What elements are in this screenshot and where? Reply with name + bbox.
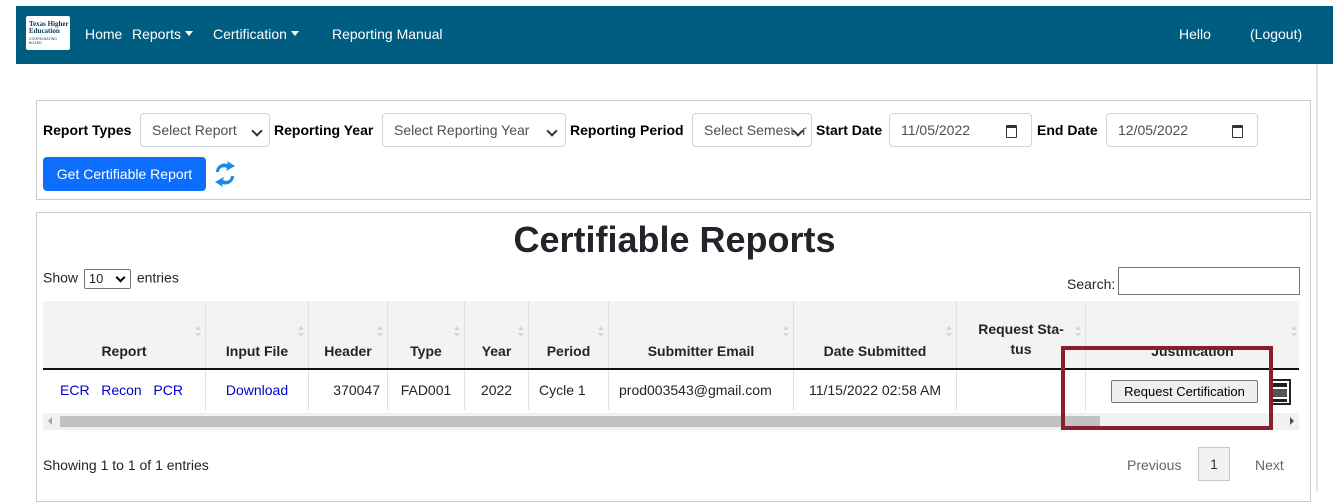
chevron-down-icon [115, 272, 126, 283]
sort-icon [1075, 326, 1081, 338]
table-row-period-cell: Cycle 1 [529, 370, 609, 410]
end-date-value: 12/05/2022 [1118, 122, 1189, 138]
caret-down-icon [185, 31, 194, 37]
sort-icon [518, 326, 524, 338]
search-input[interactable] [1118, 267, 1300, 295]
next-page-button[interactable]: Next [1255, 457, 1284, 473]
column-header-report[interactable]: Report [43, 301, 206, 369]
start-date-label: Start Date [816, 122, 883, 138]
sort-icon [377, 326, 383, 338]
table-row-report-cell: ECR Recon PCR [43, 370, 206, 410]
nav-reports-dropdown[interactable]: Reports [132, 26, 194, 42]
reporting-period-select[interactable]: Select Semester [692, 113, 812, 147]
entries-value: 10 [88, 271, 104, 286]
column-header-period[interactable]: Period [529, 301, 609, 369]
scroll-right-icon[interactable] [1290, 417, 1294, 425]
page-1-button[interactable]: 1 [1198, 447, 1230, 481]
scroll-left-icon[interactable] [48, 417, 52, 425]
page-edge [1316, 64, 1318, 492]
column-header-submitter-email[interactable]: Submitter Email [609, 301, 794, 369]
sort-icon [195, 326, 201, 338]
reporting-year-select[interactable]: Select Reporting Year [382, 113, 566, 147]
column-header-header[interactable]: Header [309, 301, 388, 369]
table-row-header-cell: 370047 [309, 370, 388, 410]
download-link[interactable]: Download [226, 382, 288, 398]
nav-home[interactable]: Home [85, 26, 122, 42]
chevron-down-icon [546, 125, 558, 137]
table-row-year-cell: 2022 [465, 370, 529, 410]
chevron-down-icon [251, 125, 263, 137]
nav-reports-label: Reports [132, 26, 182, 42]
table-info: Showing 1 to 1 of 1 entries [43, 457, 209, 473]
column-header-input-file[interactable]: Input File [206, 301, 309, 369]
reporting-year-label: Reporting Year [274, 122, 374, 138]
sort-icon [783, 326, 789, 338]
ecr-link[interactable]: ECR [60, 382, 90, 398]
sort-icon [1291, 326, 1297, 338]
reporting-period-label: Reporting Period [570, 122, 684, 138]
table-row-input-file-cell: Download [206, 370, 309, 410]
entries-label: entries [136, 269, 179, 286]
scroll-thumb[interactable] [60, 416, 1100, 427]
start-date-input[interactable]: 11/05/2022 [889, 113, 1032, 147]
column-header-type[interactable]: Type [388, 301, 465, 369]
table-row-email-cell: prod003543@gmail.com [609, 370, 794, 410]
sort-icon [946, 326, 952, 338]
end-date-label: End Date [1037, 122, 1098, 138]
reporting-year-value: Select Reporting Year [394, 122, 530, 138]
table-row-type-cell: FAD001 [388, 370, 465, 410]
nav-certification-label: Certification [213, 26, 287, 42]
nav-reporting-manual[interactable]: Reporting Manual [332, 26, 443, 42]
column-header-date-submitted[interactable]: Date Submitted [794, 301, 957, 369]
calendar-icon[interactable] [1232, 125, 1243, 138]
logo-title: Texas Higher Education [29, 20, 69, 35]
get-certifiable-report-button[interactable]: Get Certifiable Report [43, 157, 206, 191]
caret-down-icon [290, 31, 299, 37]
sort-icon [454, 326, 460, 338]
end-date-input[interactable]: 12/05/2022 [1106, 113, 1258, 147]
top-navbar: Texas Higher Education COORDINATING BOAR… [16, 6, 1333, 64]
entries-select[interactable]: 10 [83, 269, 131, 289]
show-label: Show [43, 269, 79, 286]
report-types-value: Select Report [152, 122, 237, 138]
start-date-value: 11/05/2022 [901, 122, 971, 138]
filter-panel: Report Types Select Report Reporting Yea… [36, 100, 1311, 200]
column-header-year[interactable]: Year [465, 301, 529, 369]
report-types-label: Report Types [43, 122, 132, 138]
nav-logout[interactable]: (Logout) [1250, 26, 1302, 42]
refresh-icon[interactable] [213, 161, 237, 187]
logo-subtitle: COORDINATING BOARD [29, 37, 58, 45]
report-types-select[interactable]: Select Report [140, 113, 270, 147]
calendar-icon[interactable] [1006, 125, 1017, 138]
nav-hello: Hello [1179, 26, 1211, 42]
pcr-link[interactable]: PCR [153, 382, 183, 398]
sort-icon [598, 326, 604, 338]
page-length-control: Show 10 entries [43, 269, 179, 289]
reporting-period-value: Select Semester [704, 122, 807, 138]
annotation-highlight-box [1061, 346, 1273, 430]
previous-page-button[interactable]: Previous [1127, 457, 1181, 473]
sort-icon [298, 326, 304, 338]
thecb-logo[interactable]: Texas Higher Education COORDINATING BOAR… [26, 16, 70, 50]
nav-certification-dropdown[interactable]: Certification [213, 26, 299, 42]
table-row-date-cell: 11/15/2022 02:58 AM [794, 370, 957, 410]
recon-link[interactable]: Recon [101, 382, 141, 398]
search-label: Search: [1067, 276, 1116, 292]
page-title: Certifiable Reports [513, 219, 836, 260]
